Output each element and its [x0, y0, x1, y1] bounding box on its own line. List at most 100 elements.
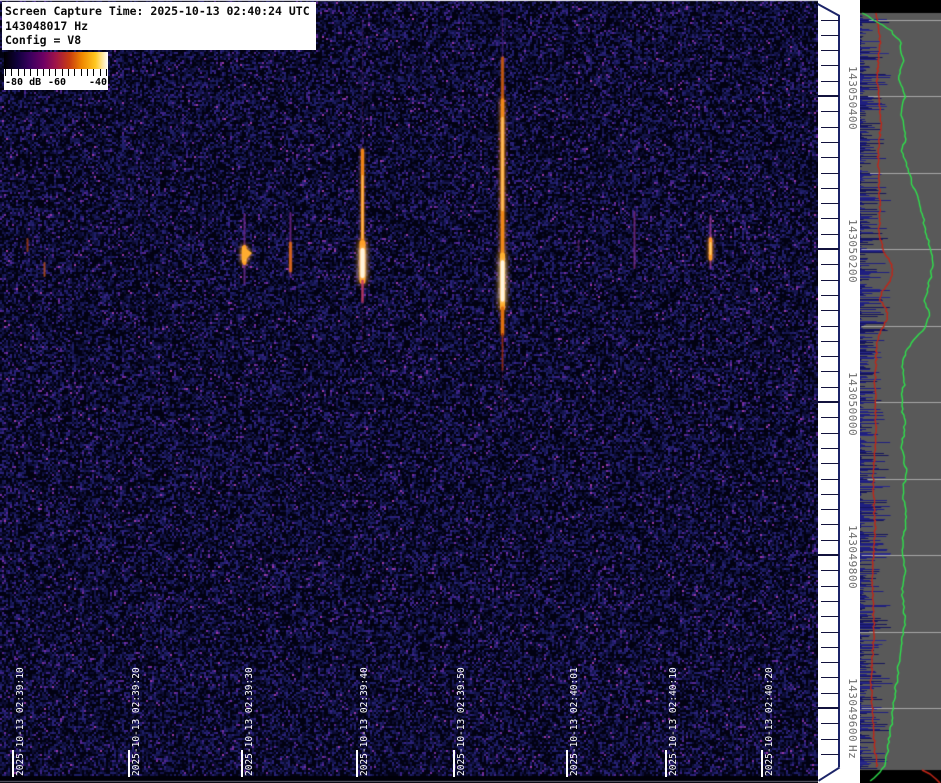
frequency-axis-label: 143050200	[846, 219, 858, 283]
time-axis-label: 2025-10-13 02:39:50	[456, 667, 467, 776]
frequency-minor-tick	[821, 494, 839, 495]
frequency-major-tick	[812, 248, 839, 250]
frequency-minor-tick	[821, 371, 839, 372]
color-scale-label: -40	[89, 77, 107, 88]
frequency-minor-tick	[821, 448, 839, 449]
frequency-minor-tick	[821, 127, 839, 128]
color-scale-tick	[93, 69, 94, 76]
time-axis-tick	[453, 750, 455, 777]
capture-info-overlay: Screen Capture Time: 2025-10-13 02:40:24…	[2, 2, 316, 50]
frequency-minor-tick	[821, 570, 839, 571]
color-scale-tick	[81, 69, 82, 76]
frequency-axis-bend-top	[817, 3, 840, 17]
color-scale-tick	[37, 69, 38, 76]
frequency-minor-tick	[821, 479, 839, 480]
frequency-minor-tick	[821, 693, 839, 694]
frequency-minor-tick	[821, 387, 839, 388]
spectrum-side-panel-canvas	[860, 0, 941, 783]
time-axis-label: 2025-10-13 02:39:20	[131, 667, 142, 776]
frequency-minor-tick	[821, 218, 839, 219]
frequency-minor-tick	[821, 310, 839, 311]
waterfall-spectrogram-canvas	[0, 0, 818, 783]
frequency-axis: 1430504001430502001430500001430498001430…	[818, 0, 860, 783]
time-axis-label: 2025-10-13 02:39:30	[244, 667, 255, 776]
time-axis-label: 2025-10-13 02:39:10	[15, 667, 26, 776]
time-axis-tick	[665, 750, 667, 777]
frequency-minor-tick	[821, 341, 839, 342]
color-scale-tick	[68, 69, 69, 76]
color-scale-tick	[18, 69, 19, 76]
color-scale-labels: -80 dB -60 -40	[4, 77, 108, 90]
frequency-axis-label: 143050400	[846, 66, 858, 130]
frequency-major-tick	[812, 707, 839, 709]
frequency-axis-bend-bottom	[818, 767, 840, 782]
time-axis-tick	[12, 750, 14, 777]
spectrum-lab-window: Screen Capture Time: 2025-10-13 02:40:24…	[0, 0, 941, 783]
time-axis-tick	[356, 750, 358, 777]
capture-time-text: Screen Capture Time: 2025-10-13 02:40:24…	[5, 4, 313, 19]
color-scale-label: -60	[48, 77, 66, 88]
color-scale-tick	[5, 69, 6, 76]
frequency-axis-label: 143049600	[846, 678, 858, 742]
frequency-minor-tick	[821, 509, 839, 510]
frequency-minor-tick	[821, 295, 839, 296]
color-scale-tick	[43, 69, 44, 76]
color-scale-tick	[100, 69, 101, 76]
frequency-minor-tick	[821, 234, 839, 235]
frequency-minor-tick	[821, 157, 839, 158]
time-axis-label: 2025-10-13 02:40:10	[668, 667, 679, 776]
frequency-minor-tick	[821, 647, 839, 648]
frequency-minor-tick	[821, 65, 839, 66]
time-axis-tick	[761, 750, 763, 777]
color-scale-tick	[62, 69, 63, 76]
color-scale-label: -80 dB	[5, 77, 41, 88]
time-axis-tick	[566, 750, 568, 777]
color-scale-legend: -80 dB -60 -40	[4, 52, 108, 90]
color-scale-tick	[74, 69, 75, 76]
frequency-minor-tick	[821, 173, 839, 174]
time-axis-label: 2025-10-13 02:39:40	[359, 667, 370, 776]
frequency-minor-tick	[821, 35, 839, 36]
color-scale-tick	[106, 69, 107, 76]
frequency-minor-tick	[821, 142, 839, 143]
frequency-axis-line	[838, 15, 840, 767]
frequency-minor-tick	[821, 616, 839, 617]
time-axis-tick	[128, 750, 130, 777]
frequency-axis-label: 143050000	[846, 372, 858, 436]
frequency-minor-tick	[821, 20, 839, 21]
frequency-minor-tick	[821, 111, 839, 112]
frequency-minor-tick	[821, 677, 839, 678]
color-scale-tick	[30, 69, 31, 76]
frequency-minor-tick	[821, 188, 839, 189]
frequency-minor-tick	[821, 203, 839, 204]
frequency-minor-tick	[821, 723, 839, 724]
frequency-readout-text: 143048017 Hz	[5, 19, 313, 34]
frequency-major-tick	[812, 554, 839, 556]
frequency-minor-tick	[821, 280, 839, 281]
frequency-minor-tick	[821, 326, 839, 327]
frequency-minor-tick	[821, 524, 839, 525]
color-scale-tick	[24, 69, 25, 76]
frequency-minor-tick	[821, 50, 839, 51]
frequency-major-tick	[812, 95, 839, 97]
frequency-minor-tick	[821, 601, 839, 602]
color-scale-tick	[55, 69, 56, 76]
frequency-unit-label: Hz	[846, 745, 858, 759]
color-scale-tick	[49, 69, 50, 76]
color-scale-tick	[87, 69, 88, 76]
color-scale-gradient	[4, 52, 108, 69]
frequency-minor-tick	[821, 586, 839, 587]
color-scale-tick	[11, 69, 12, 76]
frequency-minor-tick	[821, 463, 839, 464]
time-axis-label: 2025-10-13 02:40:01	[569, 667, 580, 776]
frequency-minor-tick	[821, 540, 839, 541]
frequency-minor-tick	[821, 433, 839, 434]
time-axis-tick	[241, 750, 243, 777]
color-scale-ticks	[4, 69, 108, 77]
frequency-minor-tick	[821, 754, 839, 755]
frequency-minor-tick	[821, 662, 839, 663]
frequency-minor-tick	[821, 264, 839, 265]
frequency-minor-tick	[821, 417, 839, 418]
time-axis-label: 2025-10-13 02:40:20	[764, 667, 775, 776]
frequency-minor-tick	[821, 632, 839, 633]
